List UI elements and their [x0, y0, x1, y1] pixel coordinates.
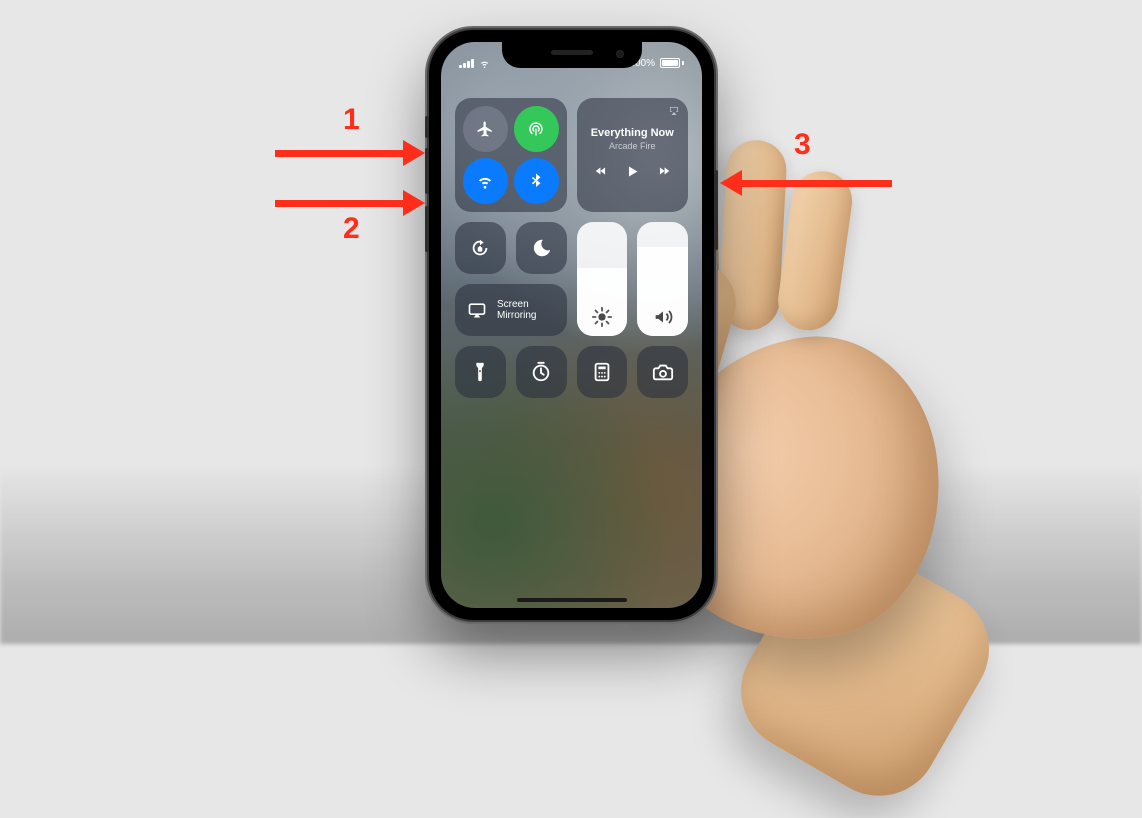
calculator-button[interactable]	[577, 346, 628, 398]
home-indicator[interactable]	[517, 598, 627, 602]
flashlight-button[interactable]	[455, 346, 506, 398]
connectivity-tile[interactable]	[455, 98, 567, 212]
wifi-status-icon	[479, 58, 490, 69]
media-controls-tile[interactable]: Everything Now Arcade Fire	[577, 98, 689, 212]
calculator-icon	[591, 361, 613, 383]
moon-icon	[530, 237, 552, 259]
cellular-data-toggle[interactable]	[514, 106, 559, 152]
annotation-arrow-1	[275, 140, 425, 166]
media-play-button[interactable]	[624, 163, 641, 185]
wifi-icon	[476, 172, 494, 190]
orientation-lock-icon	[469, 237, 491, 259]
bluetooth-toggle[interactable]	[514, 158, 559, 204]
airplane-mode-toggle[interactable]	[463, 106, 508, 152]
timer-button[interactable]	[516, 346, 567, 398]
screen-mirroring-icon	[467, 300, 487, 320]
volume-slider[interactable]	[637, 222, 688, 336]
annotation-number-3: 3	[794, 128, 811, 162]
screen-mirroring-label: Screen Mirroring	[497, 299, 536, 322]
cellular-signal-icon	[459, 58, 474, 68]
airplane-icon	[476, 120, 494, 138]
media-track-title: Everything Now	[591, 127, 674, 140]
timer-icon	[530, 361, 552, 383]
camera-icon	[652, 361, 674, 383]
brightness-slider[interactable]	[577, 222, 628, 336]
annotation-number-1: 1	[343, 103, 360, 137]
mute-switch[interactable]	[425, 116, 429, 138]
control-center: Everything Now Arcade Fire	[455, 98, 688, 398]
camera-button[interactable]	[637, 346, 688, 398]
media-track-artist: Arcade Fire	[609, 141, 656, 151]
cellular-antenna-icon	[527, 120, 545, 138]
side-power-button[interactable]	[714, 170, 718, 250]
display-notch	[502, 42, 642, 68]
volume-up-button[interactable]	[425, 148, 429, 194]
orientation-lock-toggle[interactable]	[455, 222, 506, 274]
volume-icon	[652, 306, 674, 328]
bluetooth-icon	[527, 172, 545, 190]
annotation-number-2: 2	[343, 212, 360, 246]
media-prev-button[interactable]	[594, 164, 608, 183]
battery-icon	[660, 58, 684, 68]
do-not-disturb-toggle[interactable]	[516, 222, 567, 274]
airplay-icon[interactable]	[668, 104, 680, 122]
iphone-device: 100%	[429, 30, 714, 620]
wifi-toggle[interactable]	[463, 158, 508, 204]
flashlight-icon	[469, 361, 491, 383]
annotation-arrow-3	[720, 170, 892, 196]
volume-down-button[interactable]	[425, 206, 429, 252]
brightness-icon	[591, 306, 613, 328]
phone-screen: 100%	[441, 42, 702, 608]
media-next-button[interactable]	[657, 164, 671, 183]
screen-mirroring-button[interactable]: Screen Mirroring	[455, 284, 567, 336]
